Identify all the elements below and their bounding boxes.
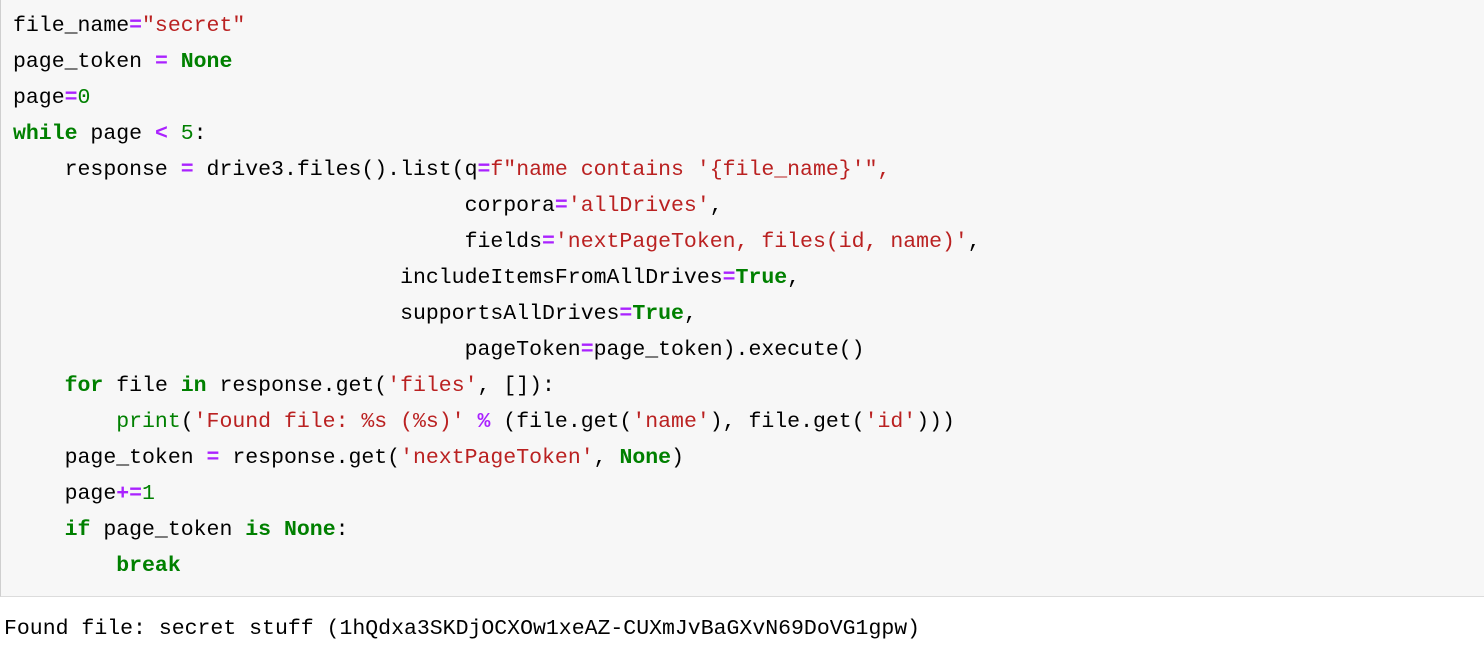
token-comma: , — [593, 446, 620, 470]
code-line-5: response = drive3.files().list(q=f"name … — [13, 158, 891, 182]
code-line-13: page_token = response.get('nextPageToken… — [13, 446, 684, 470]
token-constant-true: True — [735, 266, 788, 290]
python-source-code[interactable]: file_name="secret" page_token = None pag… — [13, 8, 1474, 584]
token-colon: : — [335, 518, 349, 542]
token-comma: , — [683, 302, 697, 326]
code-line-8: includeItemsFromAllDrives=True, — [13, 266, 800, 290]
token-fstring-suffix: ", — [864, 158, 891, 182]
token-variable: page — [90, 122, 143, 146]
code-line-11: for file in response.get('files', []): — [13, 374, 555, 398]
token-operator: = — [206, 446, 220, 470]
token-kwarg-q: q — [464, 158, 478, 182]
token-kwarg-supports-all-drives: supportsAllDrives — [400, 302, 620, 326]
token-constant-true: True — [632, 302, 684, 326]
token-number: 0 — [77, 86, 91, 110]
code-line-16: break — [13, 554, 181, 578]
token-keyword-in: in — [180, 374, 207, 398]
token-call-expression: drive3.files().list( — [206, 158, 465, 182]
page-root: file_name="secret" page_token = None pag… — [0, 0, 1484, 664]
token-operator: = — [64, 86, 78, 110]
token-kwarg-page-token: pageToken — [464, 338, 581, 362]
token-kwarg-corpora: corpora — [464, 194, 555, 218]
token-variable: page_token — [103, 518, 233, 542]
token-operator: = — [619, 302, 633, 326]
token-operator: % — [477, 410, 491, 434]
token-string: 'allDrives' — [567, 194, 710, 218]
token-keyword-is: is — [245, 518, 272, 542]
token-kwarg-fields: fields — [464, 230, 542, 254]
token-operator: = — [722, 266, 736, 290]
token-operator: = — [129, 14, 143, 38]
token-variable: page_token — [13, 50, 143, 74]
token-call-expression: response.get( — [232, 446, 401, 470]
code-line-14: page+=1 — [13, 482, 155, 506]
token-args-mid: ), file.get( — [709, 410, 865, 434]
token-variable: response — [64, 158, 168, 182]
token-variable: page — [64, 482, 117, 506]
token-operator: = — [554, 194, 568, 218]
token-comma: , — [787, 266, 801, 290]
token-value: page_token — [593, 338, 723, 362]
token-string: 'nextPageToken, files(id, name)' — [554, 230, 968, 254]
code-block: file_name="secret" page_token = None pag… — [0, 0, 1484, 597]
token-string: "secret" — [142, 14, 246, 38]
token-string-arg-id: 'id' — [864, 410, 917, 434]
token-constant-none: None — [180, 50, 233, 74]
token-string: 'nextPageToken' — [400, 446, 594, 470]
token-operator: = — [542, 230, 555, 254]
code-line-12: print('Found file: %s (%s)' % (file.get(… — [13, 410, 955, 434]
token-keyword-for: for — [64, 374, 104, 398]
token-variable: page — [13, 86, 65, 110]
code-line-9: supportsAllDrives=True, — [13, 302, 697, 326]
token-operator: < — [154, 122, 168, 146]
token-comma: , — [967, 230, 981, 254]
token-paren-open: ( — [180, 410, 194, 434]
token-keyword-if: if — [64, 518, 91, 542]
token-number: 1 — [142, 482, 155, 506]
token-constant-none: None — [283, 518, 336, 542]
token-constant-none: None — [619, 446, 672, 470]
token-tail: ) — [671, 446, 684, 470]
token-builtin-print: print — [116, 410, 181, 434]
token-variable: file — [116, 374, 168, 398]
code-line-1: file_name="secret" — [13, 14, 245, 38]
token-comma: , — [709, 194, 723, 218]
token-string: 'Found file: %s (%s)' — [193, 410, 465, 434]
token-colon: : — [193, 122, 207, 146]
token-call-expression: response.get( — [219, 374, 388, 398]
program-output: Found file: secret stuff (1hQdxa3SKDjOCX… — [0, 612, 1484, 646]
token-operator: += — [116, 482, 143, 506]
token-variable: file_name — [13, 14, 130, 38]
code-line-10: pageToken=page_token).execute() — [13, 338, 865, 362]
token-kwarg-include-items: includeItemsFromAllDrives — [400, 266, 723, 290]
token-call-tail: ).execute() — [722, 338, 865, 362]
code-line-7: fields='nextPageToken, files(id, name)', — [13, 230, 981, 254]
code-line-4: while page < 5: — [13, 122, 207, 146]
token-string-arg-name: 'name' — [632, 410, 710, 434]
code-line-2: page_token = None — [13, 50, 232, 74]
code-line-6: corpora='allDrives', — [13, 194, 723, 218]
token-number: 5 — [180, 122, 194, 146]
token-tail: ))) — [916, 410, 955, 434]
token-fstring-prefix: f"name contains — [490, 158, 697, 182]
code-line-3: page=0 — [13, 86, 90, 110]
code-line-15: if page_token is None: — [13, 518, 349, 542]
token-string: 'files' — [387, 374, 478, 398]
code-block-inner: file_name="secret" page_token = None pag… — [1, 8, 1484, 584]
token-keyword-break: break — [116, 554, 181, 578]
token-operator: = — [180, 158, 194, 182]
token-args-open: (file.get( — [490, 410, 633, 434]
token-keyword-while: while — [13, 122, 78, 146]
token-operator: = — [580, 338, 594, 362]
token-variable: page_token — [64, 446, 194, 470]
token-operator: = — [154, 50, 168, 74]
token-fstring-expression: '{file_name}' — [696, 158, 865, 182]
token-operator: = — [477, 158, 491, 182]
output-line: Found file: secret stuff (1hQdxa3SKDjOCX… — [4, 617, 921, 641]
token-tail: , []): — [477, 374, 555, 398]
